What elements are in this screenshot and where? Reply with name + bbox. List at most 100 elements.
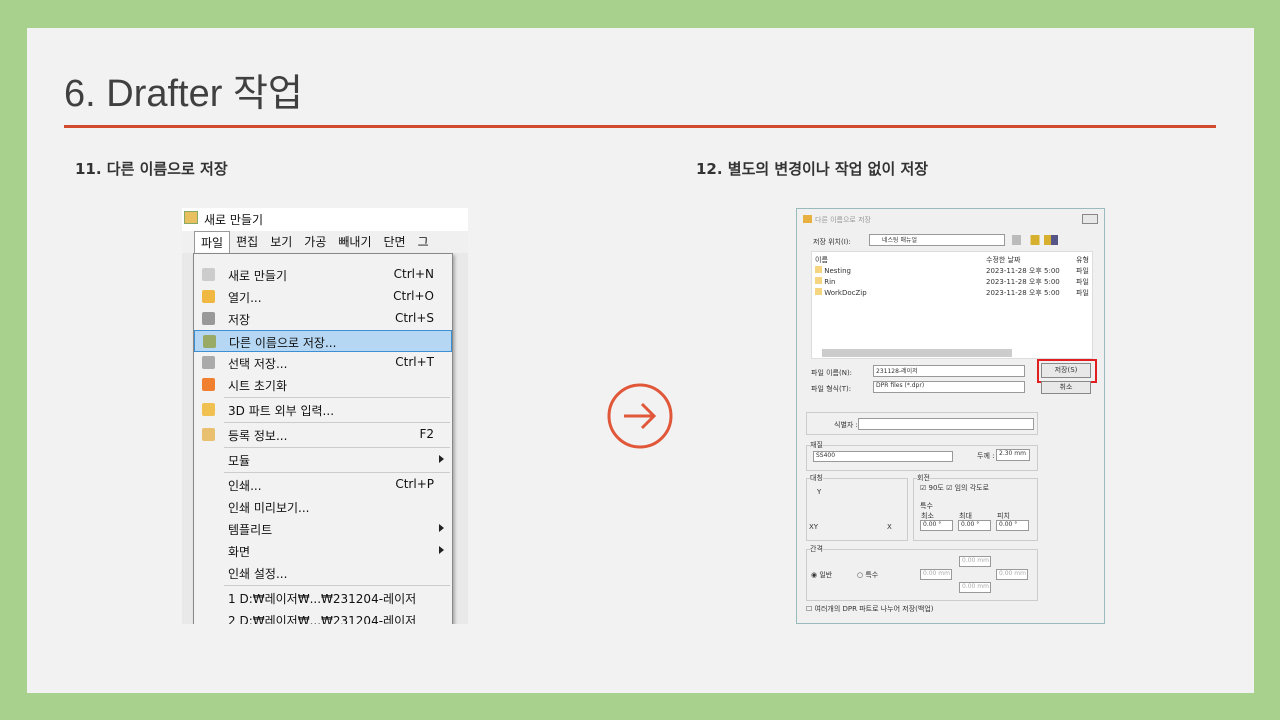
- gap-bottom-input[interactable]: 0.00 mm: [959, 582, 991, 593]
- menu-file[interactable]: 파일: [194, 231, 231, 253]
- arrow-right-circle-icon: [607, 383, 673, 449]
- separator: [224, 472, 450, 473]
- menu-item-print[interactable]: 인쇄... Ctrl+P: [194, 474, 452, 496]
- app-icon: [184, 211, 198, 224]
- thickness-label: 두께 :: [977, 452, 995, 460]
- menu-item-save-as[interactable]: 다른 이름으로 저장...: [194, 330, 452, 352]
- label: 인쇄 미리보기...: [228, 501, 310, 515]
- shortcut: F2: [419, 427, 434, 441]
- gap-left-input[interactable]: 0.00 mm: [920, 569, 952, 580]
- close-button[interactable]: [1082, 214, 1098, 224]
- separator: [224, 447, 450, 448]
- cancel-button[interactable]: 취소: [1041, 381, 1091, 394]
- menu-process[interactable]: 가공: [298, 231, 332, 253]
- column-date[interactable]: 수정한 날짜: [986, 255, 1020, 265]
- label: 특수: [865, 571, 879, 579]
- filetype-label: 파일 형식(T):: [811, 385, 852, 393]
- column-name[interactable]: 이름: [815, 255, 828, 265]
- toolbar-icons[interactable]: [1012, 235, 1058, 245]
- rot90-checkbox[interactable]: ☑ 90도 ☑ 임의 각도로: [920, 483, 989, 493]
- y-checkbox[interactable]: Y: [817, 488, 821, 496]
- filetype-select[interactable]: DPR files (*.dpr): [873, 381, 1025, 393]
- menu-item-module[interactable]: 모듈: [194, 449, 452, 471]
- gap-top-input[interactable]: 0.00 mm: [959, 556, 991, 567]
- file-list[interactable]: 이름 수정한 날짜 유형 Nesting 2023-11-28 오후 5:00 파일…: [811, 251, 1093, 359]
- dialog-icon: [803, 215, 812, 223]
- menu-item-print-setup[interactable]: 인쇄 설정...: [194, 562, 452, 584]
- properties-icon: [202, 428, 215, 441]
- label: 등록 정보...: [228, 429, 288, 443]
- file-date: 2023-11-28 오후 5:00: [986, 278, 1060, 286]
- special-group-label: 특수: [920, 502, 933, 510]
- label: 화면: [228, 545, 251, 559]
- menu-item-save[interactable]: 저장 Ctrl+S: [194, 308, 452, 330]
- menu-item-print-preview[interactable]: 인쇄 미리보기...: [194, 496, 452, 518]
- open-icon: [202, 290, 215, 303]
- filename-input[interactable]: 231128-레이저: [873, 365, 1025, 377]
- max-input[interactable]: 0.00 °: [958, 520, 991, 531]
- label: 템플리트: [228, 523, 273, 537]
- special-radio[interactable]: ○ 특수: [857, 570, 878, 580]
- horizontal-scrollbar[interactable]: [822, 349, 1012, 357]
- dialog-title: 다른 이름으로 저장: [815, 216, 871, 224]
- separator: [224, 585, 450, 586]
- menu-export[interactable]: 빼내기: [332, 231, 377, 253]
- file-row[interactable]: WorkDocZip 2023-11-28 오후 5:00 파일: [815, 288, 1093, 297]
- menubar: 파일 편집 보기 가공 빼내기 단면 그: [182, 231, 468, 253]
- label: 3D 파트 외부 입력...: [228, 404, 335, 418]
- menu-item-recent-2[interactable]: 2 D:₩레이저₩...₩231204-레이저: [194, 609, 452, 624]
- label: 2 D:₩레이저₩...₩231204-레이저: [228, 614, 417, 624]
- shortcut: Ctrl+S: [394, 311, 434, 325]
- submenu-arrow-icon: [439, 546, 444, 554]
- menu-item-screen[interactable]: 화면: [194, 540, 452, 562]
- location-select[interactable]: 네스팅 매뉴얼: [869, 234, 1005, 246]
- menu-item-3d-import[interactable]: 3D 파트 외부 입력...: [194, 399, 452, 421]
- step-11-caption: 11. 다른 이름으로 저장: [75, 160, 228, 178]
- gap-right-input[interactable]: 0.00 mm: [996, 569, 1028, 580]
- title-divider: [64, 125, 1216, 128]
- file-menu: 새로 만들기 Ctrl+N 열기... Ctrl+O 저장 Ctrl+S 다른 이름으…: [193, 253, 453, 624]
- material-select[interactable]: SS400: [813, 451, 953, 462]
- menu-item-new[interactable]: 새로 만들기 Ctrl+N: [194, 264, 452, 286]
- menu-item-recent-1[interactable]: 1 D:₩레이저₩...₩231204-레이저: [194, 587, 452, 609]
- menu-item-properties[interactable]: 등록 정보... F2: [194, 424, 452, 446]
- pitch-input[interactable]: 0.00 °: [996, 520, 1029, 531]
- label: 일반: [819, 571, 833, 579]
- split-checkbox[interactable]: ☐ 여러개의 DPR 파트로 나누어 저장(백업): [806, 604, 934, 614]
- file-row[interactable]: Nesting 2023-11-28 오후 5:00 파일: [815, 266, 1093, 275]
- location-label: 저장 위치(I):: [813, 238, 851, 246]
- save-as-dialog: 다른 이름으로 저장 저장 위치(I): 네스팅 매뉴얼 이름 수정한 날짜 유…: [796, 208, 1105, 624]
- menu-more[interactable]: 그: [412, 231, 435, 253]
- file-type: 파일: [1076, 289, 1089, 297]
- file-name: Nesting: [824, 267, 851, 275]
- file-row[interactable]: Rin 2023-11-28 오후 5:00 파일: [815, 277, 1093, 286]
- menu-item-save-selection[interactable]: 선택 저장... Ctrl+T: [194, 352, 452, 374]
- menu-view[interactable]: 보기: [264, 231, 298, 253]
- xy-checkbox[interactable]: XY: [809, 523, 818, 531]
- label: 인쇄 설정...: [228, 567, 288, 581]
- step-12-caption: 12. 별도의 변경이나 작업 없이 저장: [696, 160, 929, 178]
- file-menu-screenshot: 새로 만들기 파일 편집 보기 가공 빼내기 단면 그 새로 만들기 Ctrl+N…: [182, 208, 468, 624]
- separator: [224, 422, 450, 423]
- label: 임의 각도로: [954, 484, 990, 492]
- normal-radio[interactable]: ◉ 일반: [811, 570, 832, 580]
- shortcut: Ctrl+N: [393, 267, 434, 281]
- identifier-input[interactable]: [858, 418, 1034, 430]
- label: 새로 만들기: [228, 269, 288, 283]
- menu-edit[interactable]: 편집: [230, 231, 264, 253]
- file-name: Rin: [824, 278, 836, 286]
- save-button[interactable]: 저장(S): [1041, 363, 1091, 378]
- thickness-input[interactable]: 2.30 mm: [996, 449, 1030, 461]
- file-date: 2023-11-28 오후 5:00: [986, 289, 1060, 297]
- x-checkbox[interactable]: X: [887, 523, 892, 531]
- menu-item-open[interactable]: 열기... Ctrl+O: [194, 286, 452, 308]
- label: 90도: [928, 484, 944, 492]
- menu-item-template[interactable]: 템플리트: [194, 518, 452, 540]
- column-type[interactable]: 유형: [1076, 255, 1089, 265]
- reset-sheet-icon: [202, 378, 215, 391]
- label: 1 D:₩레이저₩...₩231204-레이저: [228, 592, 417, 606]
- min-input[interactable]: 0.00 °: [920, 520, 953, 531]
- menu-section[interactable]: 단면: [378, 231, 412, 253]
- menu-item-reset-sheet[interactable]: 시트 초기화: [194, 374, 452, 396]
- material-group-label: 재질: [810, 440, 823, 450]
